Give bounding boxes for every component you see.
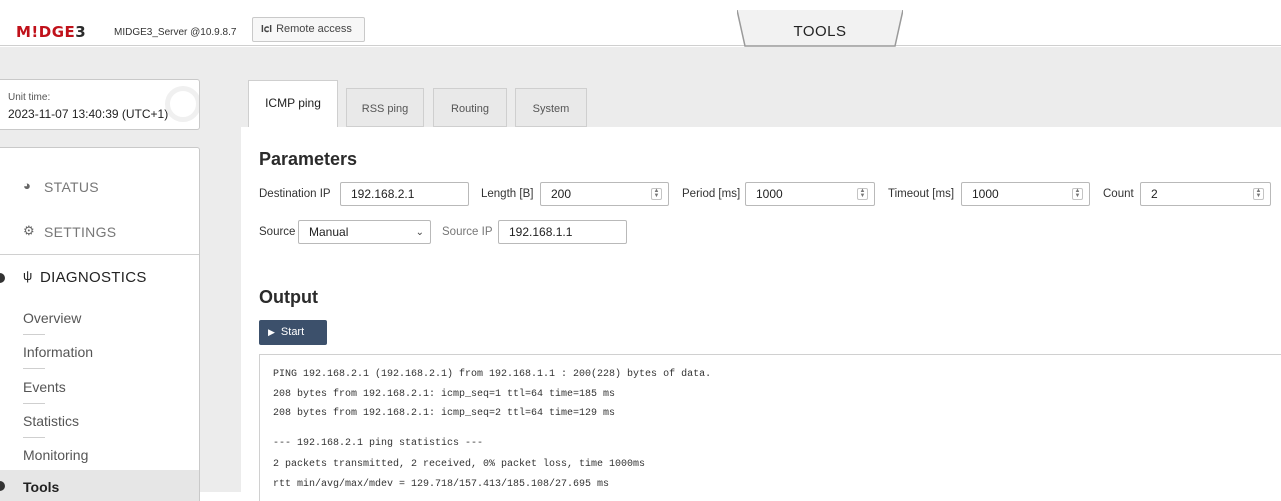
subnav-item-events[interactable]: Events xyxy=(23,379,66,395)
nav-item-settings[interactable]: ⚙ SETTINGS xyxy=(0,209,199,255)
unit-time-value: 2023-11-07 13:40:39 (UTC+1) xyxy=(8,107,169,121)
subnav-divider xyxy=(23,403,45,404)
section-tab-label: TOOLS xyxy=(793,23,847,40)
subnav-divider xyxy=(23,334,45,335)
timeout-field[interactable]: 1000 ▲ ▼ xyxy=(961,182,1090,206)
subnav-divider xyxy=(23,368,45,369)
section-tab-tools: TOOLS xyxy=(737,10,903,50)
count-spinner-icon[interactable]: ▲ ▼ xyxy=(1253,188,1264,200)
parameters-heading: Parameters xyxy=(259,149,358,169)
source-value: Manual xyxy=(309,225,349,239)
tab-rss-ping[interactable]: RSS ping xyxy=(346,88,424,127)
period-spinner-icon[interactable]: ▲ ▼ xyxy=(857,188,868,200)
nav-item-diagnostics-label: DIAGNOSTICS xyxy=(40,269,147,286)
console-line: 2 packets transmitted, 2 received, 0% pa… xyxy=(273,459,646,470)
length-label: Length [B] xyxy=(481,188,534,200)
start-button[interactable]: ▶ Start xyxy=(259,320,327,345)
destination-ip-field[interactable]: 192.168.2.1 xyxy=(340,182,469,206)
gears-icon: ⚙ xyxy=(23,223,35,238)
remote-access-icon: I𝖼I xyxy=(261,24,273,35)
count-field[interactable]: 2 ▲ ▼ xyxy=(1140,182,1271,206)
active-bullet-icon xyxy=(0,273,5,283)
nav-item-settings-label: SETTINGS xyxy=(44,224,117,240)
period-value: 1000 xyxy=(756,187,783,201)
count-value: 2 xyxy=(1151,187,1158,201)
subnav-divider xyxy=(23,437,45,438)
timeout-label: Timeout [ms] xyxy=(888,188,955,200)
length-spinner-icon[interactable]: ▲ ▼ xyxy=(651,188,662,200)
source-ip-field[interactable]: 192.168.1.1 xyxy=(498,220,627,244)
stethoscope-icon: ψ xyxy=(23,268,33,283)
console-line: 208 bytes from 192.168.2.1: icmp_seq=1 t… xyxy=(273,389,616,400)
logo-brand: M!DGE xyxy=(16,23,76,41)
subnav-item-statistics[interactable]: Statistics xyxy=(23,413,79,429)
timeout-value: 1000 xyxy=(972,187,999,201)
play-icon: ▶ xyxy=(268,327,275,337)
console-line: rtt min/avg/max/mdev = 129.718/157.413/1… xyxy=(273,479,610,490)
midge-logo: M!DGE3 xyxy=(16,23,86,41)
output-console: PING 192.168.2.1 (192.168.2.1) from 192.… xyxy=(259,354,1281,501)
console-line: --- 192.168.2.1 ping statistics --- xyxy=(273,438,484,449)
console-line: PING 192.168.2.1 (192.168.2.1) from 192.… xyxy=(273,369,712,380)
destination-ip-label: Destination IP xyxy=(259,188,331,200)
tab-icmp-ping[interactable]: ICMP ping xyxy=(248,80,338,127)
gauge-icon: ◕ xyxy=(23,178,32,193)
source-label: Source xyxy=(259,226,296,238)
subnav-item-tools-label: Tools xyxy=(23,479,60,495)
count-label: Count xyxy=(1103,188,1134,200)
nav-item-diagnostics[interactable]: ψ DIAGNOSTICS xyxy=(0,255,199,301)
subnav-item-overview[interactable]: Overview xyxy=(23,310,81,326)
period-label: Period [ms] xyxy=(682,188,741,200)
server-name: MIDGE3_Server @10.9.8.7 xyxy=(114,27,237,38)
output-heading: Output xyxy=(259,287,318,307)
timeout-spinner-icon[interactable]: ▲ ▼ xyxy=(1072,188,1083,200)
length-field[interactable]: 200 ▲ ▼ xyxy=(540,182,669,206)
nav-item-status[interactable]: ◕ STATUS xyxy=(0,164,199,210)
nav-item-status-label: STATUS xyxy=(44,179,99,195)
remote-access-label: Remote access xyxy=(276,23,352,35)
unit-time-box: Unit time: 2023-11-07 13:40:39 (UTC+1) xyxy=(0,79,200,130)
subnav-item-monitoring[interactable]: Monitoring xyxy=(23,447,88,463)
sidebar-nav: ◕ STATUS ⚙ SETTINGS ψ DIAGNOSTICS Overvi… xyxy=(0,147,200,501)
tab-system[interactable]: System xyxy=(515,88,587,127)
logo-number: 3 xyxy=(75,23,87,41)
console-line: 208 bytes from 192.168.2.1: icmp_seq=2 t… xyxy=(273,408,616,419)
period-field[interactable]: 1000 ▲ ▼ xyxy=(745,182,875,206)
chevron-down-icon: ⌄ xyxy=(415,227,424,238)
subnav-item-information[interactable]: Information xyxy=(23,344,93,360)
subnav-item-tools[interactable]: Tools xyxy=(0,470,199,501)
tab-routing[interactable]: Routing xyxy=(433,88,507,127)
top-bar: M!DGE3 MIDGE3_Server @10.9.8.7 I𝖼I Remote… xyxy=(0,0,1281,47)
start-button-label: Start xyxy=(280,326,305,338)
clock-watermark-icon xyxy=(165,86,199,122)
unit-time-label: Unit time: xyxy=(8,92,51,103)
source-ip-label: Source IP xyxy=(442,226,493,238)
source-select[interactable]: Manual ⌄ xyxy=(298,220,431,244)
remote-access-button[interactable]: I𝖼I Remote access xyxy=(252,17,365,42)
length-value: 200 xyxy=(551,187,572,201)
active-bullet-icon xyxy=(0,481,5,491)
